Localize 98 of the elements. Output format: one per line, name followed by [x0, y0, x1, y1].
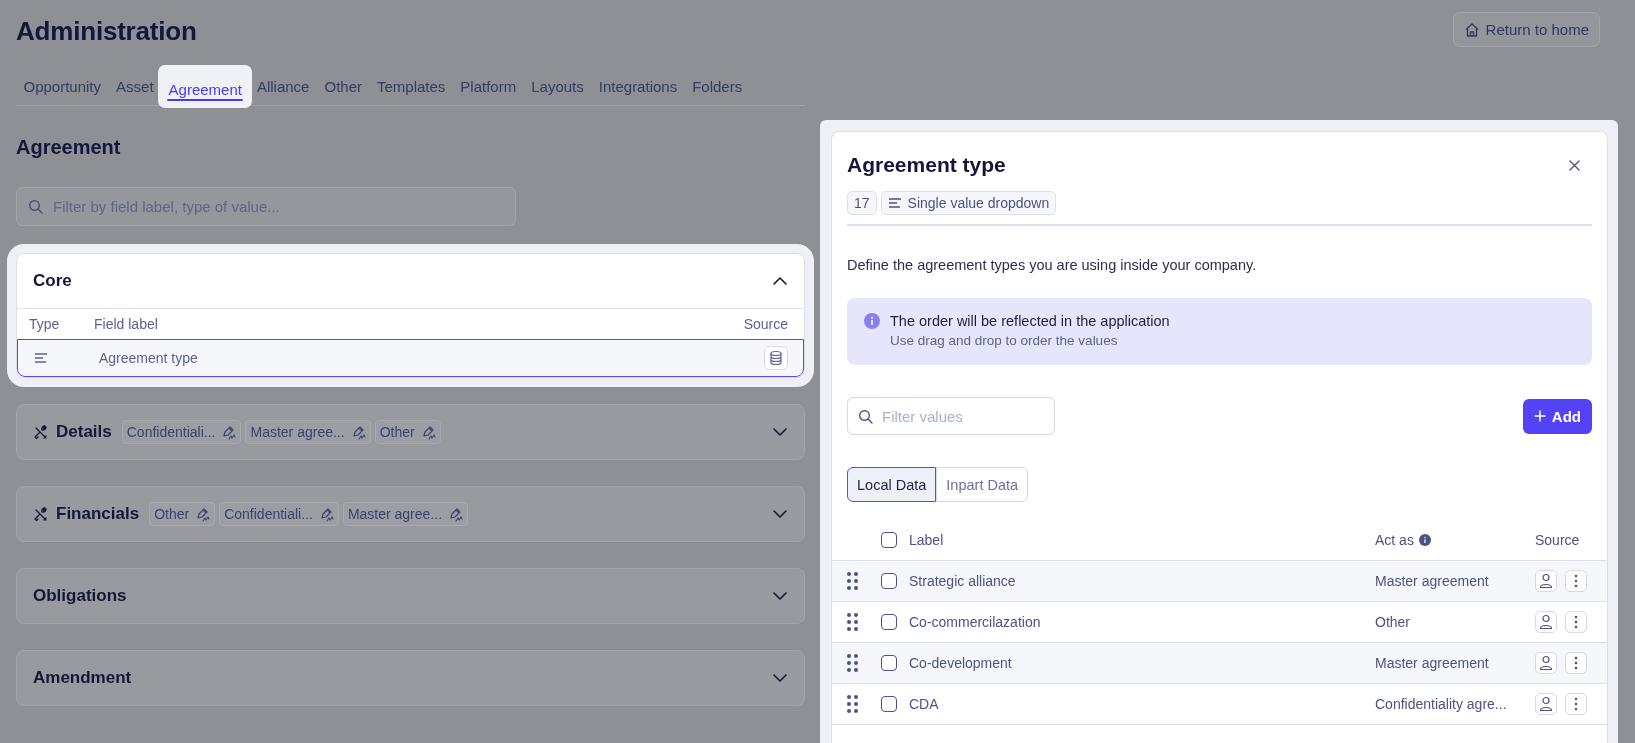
field-row[interactable]: Agreement type	[17, 339, 804, 377]
field-label: Agreement type	[99, 350, 199, 366]
nav-tab[interactable]: Integrations	[591, 68, 685, 99]
description-text: Define the agreement types you are using inside your company.	[847, 257, 1258, 273]
value-label: Co-development	[909, 655, 1013, 671]
more-vertical-icon	[1574, 615, 1578, 629]
list-lines-icon	[887, 196, 902, 210]
nav-tab[interactable]: Alliance	[249, 68, 317, 99]
select-all-checkbox[interactable]	[881, 532, 897, 548]
info-icon	[1418, 534, 1431, 546]
info-subtitle: Use drag and drop to order the values	[890, 333, 1119, 348]
user-source-button[interactable]	[1535, 570, 1557, 592]
tools-icon	[33, 424, 48, 440]
section-heading: Agreement	[16, 136, 122, 159]
drag-handle-icon	[847, 654, 858, 672]
more-vertical-icon	[1574, 656, 1578, 670]
signature-pen-icon	[448, 506, 464, 522]
more-vertical-icon	[1574, 697, 1578, 711]
tag-label: Other	[154, 506, 190, 522]
section-title: Obligations	[33, 586, 127, 606]
person-icon	[1539, 655, 1553, 671]
tag-label: Master agree...	[347, 506, 443, 522]
signature-pen-icon	[350, 424, 366, 440]
column-header: Type	[29, 316, 61, 332]
value-label: Co-commercilazation	[909, 614, 1042, 630]
section-title: Amendment	[33, 668, 132, 688]
tag-label: Confidentiali...	[126, 424, 216, 440]
return-home-button[interactable]: Return to home	[1452, 12, 1600, 47]
act-as-value: Other	[1375, 614, 1411, 630]
more-button[interactable]	[1565, 693, 1587, 715]
act-as-value: Master agreement	[1375, 655, 1490, 671]
signature-pen-icon	[195, 506, 211, 522]
chevron-down-icon[interactable]	[772, 672, 788, 684]
add-button[interactable]: Add	[1522, 398, 1592, 434]
more-button[interactable]	[1565, 570, 1587, 592]
drag-handle-icon	[847, 613, 858, 631]
nav-tab[interactable]: Agreement	[161, 68, 250, 105]
nav-tab[interactable]: Platform	[452, 68, 524, 99]
column-header: Source	[743, 316, 788, 332]
chevron-down-icon[interactable]	[772, 426, 788, 438]
column-header: Label	[909, 532, 945, 548]
more-button[interactable]	[1565, 652, 1587, 674]
section-title: Core	[33, 271, 72, 291]
nav-tab[interactable]: Templates	[369, 68, 453, 99]
count-badge: 17	[847, 191, 877, 215]
value-label: Strategic alliance	[909, 573, 1017, 589]
tools-icon	[33, 506, 48, 522]
nav-tab[interactable]: Layouts	[523, 68, 592, 99]
tag-label: Other	[379, 424, 415, 440]
data-source-tab[interactable]: Local Data	[847, 467, 937, 502]
row-checkbox[interactable]	[881, 573, 897, 589]
user-source-button[interactable]	[1535, 693, 1557, 715]
close-icon	[1569, 159, 1580, 171]
user-source-button[interactable]	[1535, 611, 1557, 633]
list-lines-icon	[34, 351, 48, 365]
column-header: Act as	[1375, 532, 1414, 548]
page-title: Administration	[16, 16, 197, 47]
value-type-badge: Single value dropdown	[880, 191, 1057, 215]
search-icon	[858, 409, 873, 424]
info-icon	[864, 313, 880, 329]
column-header: Field label	[94, 316, 159, 332]
nav-tab[interactable]: Opportunity	[16, 68, 109, 99]
nav-tab[interactable]: Folders	[684, 68, 750, 99]
person-icon	[1539, 614, 1553, 630]
act-as-value: Confidentiality agre...	[1375, 696, 1508, 712]
database-icon	[769, 350, 783, 366]
person-icon	[1539, 573, 1553, 589]
home-icon	[1463, 21, 1480, 38]
filter-values-field[interactable]: Filter values	[847, 397, 1055, 435]
nav-tab[interactable]: Other	[316, 68, 370, 99]
panel-title: Agreement type	[847, 153, 1006, 177]
section-title: Details	[56, 422, 112, 442]
section-title: Financials	[56, 504, 140, 524]
signature-pen-icon	[221, 424, 237, 440]
row-checkbox[interactable]	[881, 614, 897, 630]
more-vertical-icon	[1574, 574, 1578, 588]
plus-icon	[1533, 410, 1546, 422]
data-source-tab[interactable]: Inpart Data	[936, 467, 1029, 502]
signature-pen-icon	[420, 424, 436, 440]
tag-label: Master agree...	[250, 424, 345, 440]
user-source-button[interactable]	[1535, 652, 1557, 674]
act-as-value: Master agreement	[1375, 573, 1490, 589]
drag-handle-icon	[847, 695, 858, 713]
chevron-down-icon[interactable]	[772, 590, 788, 602]
search-icon	[28, 199, 43, 214]
more-button[interactable]	[1565, 611, 1587, 633]
person-icon	[1539, 696, 1553, 712]
row-checkbox[interactable]	[881, 696, 897, 712]
nav-tab[interactable]: Asset	[108, 68, 162, 99]
row-checkbox[interactable]	[881, 655, 897, 671]
drag-handle-icon	[847, 572, 858, 590]
info-title: The order will be reflected in the application	[890, 313, 1170, 329]
tag-label: Confidentiali...	[224, 506, 313, 522]
column-header: Source	[1535, 532, 1581, 548]
chevron-down-icon[interactable]	[772, 508, 788, 520]
chevron-up-icon[interactable]	[772, 275, 788, 287]
signature-pen-icon	[318, 506, 334, 522]
value-label: CDA	[909, 696, 940, 712]
